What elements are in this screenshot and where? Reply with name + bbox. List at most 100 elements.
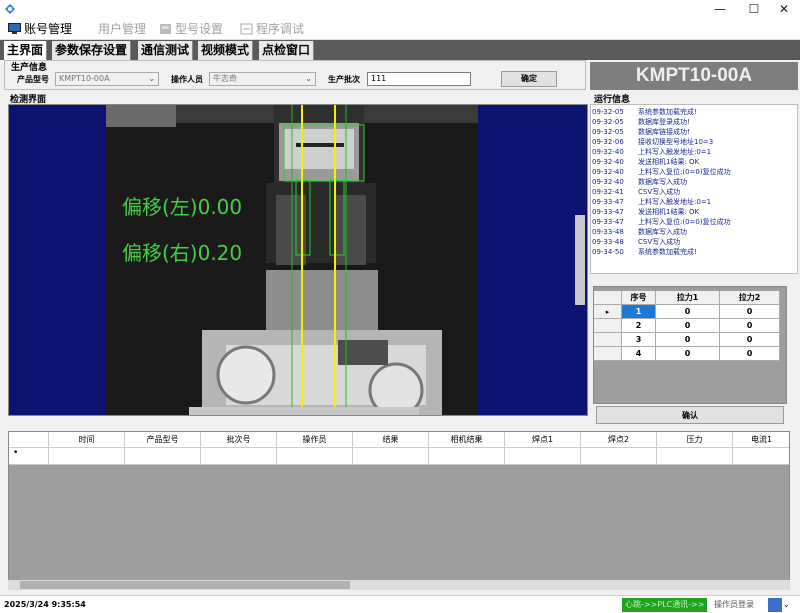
log-line: 09-32-40 上料写入触发地址:0=1 xyxy=(592,147,711,157)
log-time: 09-32-05 xyxy=(592,128,624,136)
product-model-select[interactable]: KMPT10-00A ⌄ xyxy=(55,72,159,86)
operator-label: 操作人员 xyxy=(171,75,203,84)
confirm-button[interactable]: 确定 xyxy=(501,71,557,87)
row-selector[interactable] xyxy=(594,319,622,333)
batch-input[interactable]: 111 xyxy=(367,72,471,86)
table-header[interactable]: 焊点2 xyxy=(581,432,657,448)
log-message: CSV写入成功 xyxy=(638,238,681,246)
log-line: 09-32-05 系统参数加载完成! xyxy=(592,107,697,117)
table-header[interactable]: 批次号 xyxy=(201,432,277,448)
tab-main[interactable]: 主界面 xyxy=(4,41,48,60)
log-time: 09-32-05 xyxy=(592,118,624,126)
run-log: 09-32-05 系统参数加载完成! 09-32-05 数据库登录成功! 09-32-0… xyxy=(590,104,798,274)
log-line: 09-32-05 数据库登录成功! xyxy=(592,117,690,127)
vertical-scrollbar[interactable] xyxy=(575,215,585,305)
table-header[interactable]: 操作员 xyxy=(277,432,353,448)
log-message: 系统参数加载完成! xyxy=(638,248,697,256)
table-corner xyxy=(9,432,49,448)
row-selector[interactable]: ▸ xyxy=(594,305,622,319)
grid-cell[interactable]: 4 xyxy=(622,347,656,361)
tab-comm-test[interactable]: 通信测试 xyxy=(138,41,194,60)
force-confirm-button[interactable]: 确认 xyxy=(596,406,784,424)
status-datetime: 2025/3/24 9:35:54 xyxy=(4,600,86,609)
log-time: 09-32-40 xyxy=(592,158,624,166)
log-time: 09-32-40 xyxy=(592,178,624,186)
grid-cell[interactable]: 0 xyxy=(656,305,720,319)
table-cell[interactable] xyxy=(429,448,505,465)
table-cell[interactable] xyxy=(125,448,201,465)
log-line: 09-32-05 数据库链接成功! xyxy=(592,127,690,137)
log-time: 09-32-40 xyxy=(592,168,624,176)
batch-label: 生产批次 xyxy=(328,75,360,84)
table-cell[interactable] xyxy=(201,448,277,465)
table-header[interactable]: 产品型号 xyxy=(125,432,201,448)
table-cell[interactable] xyxy=(581,448,657,465)
table-cell[interactable] xyxy=(353,448,429,465)
log-time: 09-33-47 xyxy=(592,208,624,216)
production-group: 生产信息 产品型号 KMPT10-00A ⌄ 操作人员 牛志奇 ⌄ 生产批次 1… xyxy=(4,60,586,90)
table-horizontal-scrollbar[interactable] xyxy=(8,580,790,590)
grid-cell[interactable]: 1 xyxy=(622,305,656,319)
table-scroll-thumb[interactable] xyxy=(20,581,350,589)
table-cell[interactable] xyxy=(277,448,353,465)
grid-cell[interactable]: 3 xyxy=(622,333,656,347)
monitor-icon xyxy=(8,23,21,34)
log-line: 09-32-40 数据库写入成功 xyxy=(592,177,687,187)
log-message: 上料写入复位:(0=0)复位成功 xyxy=(638,218,731,226)
menu-debug[interactable]: 程序调试 xyxy=(238,20,304,38)
operator-select[interactable]: 牛志奇 ⌄ xyxy=(209,72,316,86)
table-header[interactable]: 焊点1 xyxy=(505,432,581,448)
table-header[interactable]: 压力 xyxy=(657,432,733,448)
user-icon[interactable] xyxy=(768,598,782,612)
new-row-marker[interactable]: • xyxy=(9,448,49,465)
log-message: 发送相机1结果: OK xyxy=(638,158,700,166)
log-line: 09-32-41 CSV写入成功 xyxy=(592,187,680,197)
menu-user[interactable]: 用户管理 xyxy=(80,20,146,38)
menu-model[interactable]: 型号设置 xyxy=(157,20,223,38)
model-icon xyxy=(160,24,171,34)
table-cell[interactable] xyxy=(49,448,125,465)
menu-bar: 账号管理 用户管理 型号设置 程序调试 xyxy=(0,18,800,40)
horizontal-scrollbar[interactable] xyxy=(189,407,419,415)
operator-login[interactable]: 操作员登录 xyxy=(714,598,754,612)
tab-video-mode[interactable]: 视频模式 xyxy=(198,41,254,60)
chevron-down-icon: ⌄ xyxy=(305,74,312,83)
grid-cell[interactable]: 0 xyxy=(656,319,720,333)
tab-bar: 主界面 参数保存设置 通信测试 视频模式 点检窗口 xyxy=(0,40,800,60)
inspect-view: 偏移(左)0.00 偏移(右)0.20 xyxy=(8,104,588,416)
table-cell[interactable] xyxy=(733,448,789,465)
maximize-button[interactable]: ☐ xyxy=(738,0,770,18)
chevron-down-icon: ⌄ xyxy=(148,74,155,83)
menu-account[interactable]: 账号管理 xyxy=(6,20,72,38)
table-header[interactable]: 相机结果 xyxy=(429,432,505,448)
grid-cell[interactable]: 0 xyxy=(720,347,780,361)
grid-cell[interactable]: 0 xyxy=(656,333,720,347)
table-header[interactable]: 结果 xyxy=(353,432,429,448)
table-header[interactable]: 时间 xyxy=(49,432,125,448)
log-message: 发送相机1结果: OK xyxy=(638,208,700,216)
table-cell[interactable] xyxy=(657,448,733,465)
minimize-button[interactable]: — xyxy=(704,0,736,18)
grid-cell[interactable]: 2 xyxy=(622,319,656,333)
close-button[interactable]: ✕ xyxy=(768,0,800,18)
grid-cell[interactable]: 0 xyxy=(656,347,720,361)
row-selector[interactable] xyxy=(594,347,622,361)
log-message: 上料写入触发地址:0=1 xyxy=(638,148,712,156)
offset-left-label: 偏移(左)0.00 xyxy=(122,195,243,219)
table-header[interactable]: 电流1 xyxy=(733,432,789,448)
log-line: 09-34-50 系统参数加载完成! xyxy=(592,247,697,257)
log-line: 09-33-48 CSV写入成功 xyxy=(592,237,680,247)
log-time: 09-32-05 xyxy=(592,108,624,116)
grid-cell[interactable]: 0 xyxy=(720,333,780,347)
grid-cell[interactable]: 0 xyxy=(720,319,780,333)
tab-check-window[interactable]: 点检窗口 xyxy=(259,41,315,60)
row-selector[interactable] xyxy=(594,333,622,347)
table-cell[interactable] xyxy=(505,448,581,465)
debug-icon xyxy=(240,23,253,35)
log-message: 数据库链接成功! xyxy=(638,128,690,136)
log-line: 09-33-47 上料写入复位:(0=0)复位成功 xyxy=(592,217,731,227)
log-message: 数据库写入成功 xyxy=(638,178,687,186)
tab-param-save[interactable]: 参数保存设置 xyxy=(52,41,132,60)
grid-cell[interactable]: 0 xyxy=(720,305,780,319)
chevron-down-icon[interactable]: ⌄ xyxy=(783,598,790,612)
